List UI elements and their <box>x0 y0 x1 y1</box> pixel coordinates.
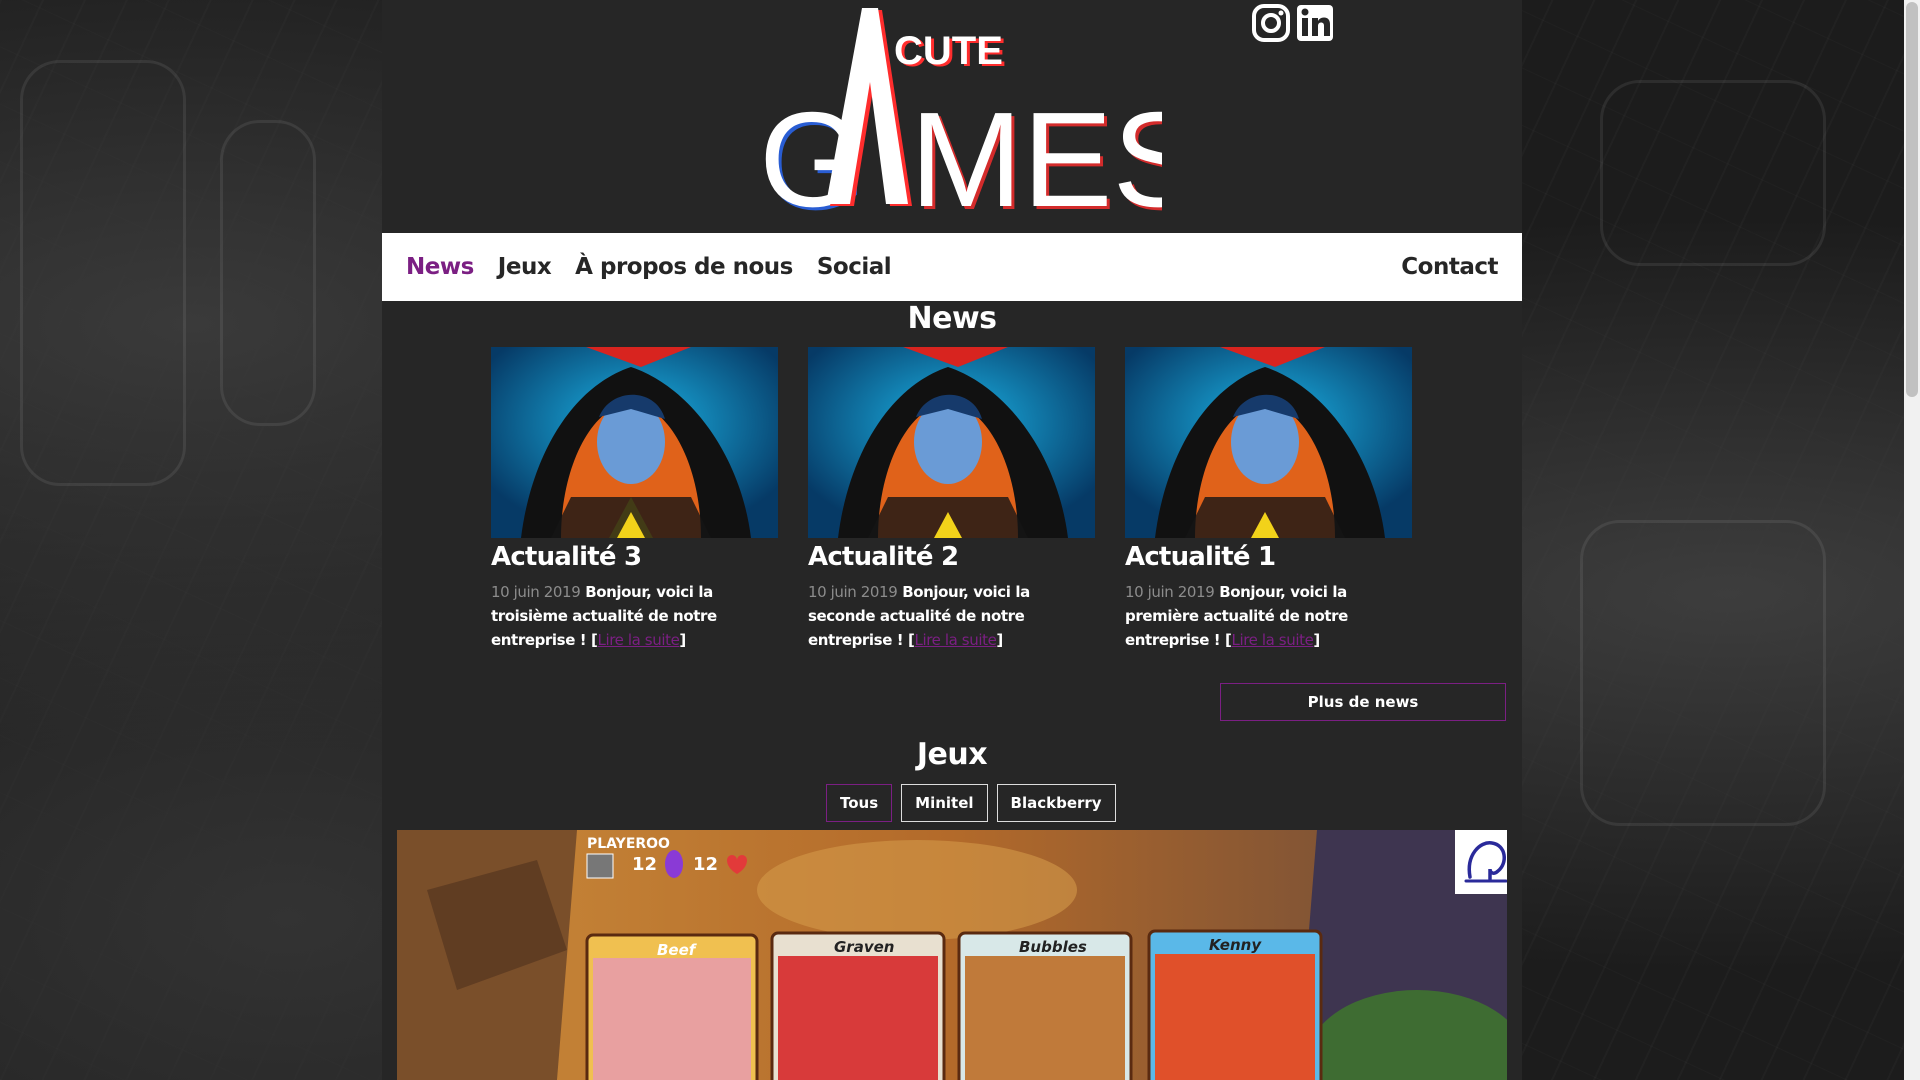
filter-blackberry-button[interactable]: Blackberry <box>996 784 1116 822</box>
card-name: Kenny <box>1209 936 1262 954</box>
svg-text:CUTE: CUTE <box>894 29 1003 73</box>
nav-item-about[interactable]: À propos de nous <box>575 254 793 280</box>
cute-games-logo[interactable]: CUTE CUTE G G MES MES <box>762 4 1162 214</box>
news-thumbnail[interactable] <box>1125 347 1412 538</box>
read-more-link[interactable]: Lire la suite <box>598 631 680 649</box>
page-scrollbar[interactable] <box>1904 0 1920 1080</box>
svg-text:MES: MES <box>910 84 1162 214</box>
game-filters: Tous Minitel Blackberry <box>826 784 1116 822</box>
gems-count: 12 <box>632 854 657 875</box>
news-card-title: Actualité 1 <box>1125 542 1276 572</box>
news-card-title: Actualité 2 <box>808 542 959 572</box>
news-card: Actualité 3 10 juin 2019 Bonjour, voici … <box>491 347 778 652</box>
news-thumbnail[interactable] <box>808 347 1095 538</box>
news-card-excerpt: 10 juin 2019 Bonjour, voici la première … <box>1125 583 1348 649</box>
news-card-date: 10 juin 2019 <box>1125 583 1215 601</box>
nav-item-news[interactable]: News <box>406 254 474 280</box>
card-name: Beef <box>657 941 698 959</box>
gem-icon <box>665 850 683 878</box>
filter-minitel-button[interactable]: Minitel <box>901 784 988 822</box>
games-section-title: Jeux <box>916 737 988 772</box>
linkedin-icon[interactable] <box>1296 4 1334 42</box>
scrollbar-thumb[interactable] <box>1906 2 1918 397</box>
read-more-link[interactable]: Lire la suite <box>1232 631 1314 649</box>
playeroo-logo-icon <box>1464 841 1507 883</box>
news-card-excerpt: 10 juin 2019 Bonjour, voici la troisième… <box>491 583 717 649</box>
read-more-link[interactable]: Lire la suite <box>915 631 997 649</box>
news-card: Actualité 1 10 juin 2019 Bonjour, voici … <box>1125 347 1412 652</box>
card-name: Graven <box>834 938 894 956</box>
character-card-graven: Graven <box>770 931 946 1080</box>
news-card-date: 10 juin 2019 <box>491 583 581 601</box>
game-screenshot: PLAYEROO 12 12 Beef Graven Bubbles Kenny <box>397 830 1507 1080</box>
nav-item-social[interactable]: Social <box>817 254 892 280</box>
news-thumbnail[interactable] <box>491 347 778 538</box>
player-name: PLAYEROO <box>587 836 670 852</box>
playeroo-logo-badge[interactable] <box>1455 830 1507 894</box>
character-card-kenny: Kenny <box>1147 929 1323 1080</box>
card-name: Bubbles <box>1019 938 1087 956</box>
news-card: Actualité 2 10 juin 2019 Bonjour, voici … <box>808 347 1095 652</box>
hearts-count: 12 <box>693 854 718 875</box>
news-section-title: News <box>907 301 997 336</box>
nav-item-contact[interactable]: Contact <box>1401 254 1498 280</box>
instagram-icon[interactable] <box>1252 4 1290 42</box>
news-card-date: 10 juin 2019 <box>808 583 898 601</box>
news-grid: Actualité 3 10 juin 2019 Bonjour, voici … <box>491 347 1412 652</box>
character-card-bubbles: Bubbles <box>957 931 1133 1080</box>
main-container: CUTE CUTE G G MES MES News Jeux À propos… <box>382 0 1522 1080</box>
character-card-beef: Beef <box>585 933 759 1080</box>
header: CUTE CUTE G G MES MES <box>382 0 1522 233</box>
filter-all-button[interactable]: Tous <box>826 784 893 822</box>
game-banner-playeroo[interactable]: PLAYEROO 12 12 Beef Graven Bubbles Kenny <box>397 830 1507 1080</box>
more-news-button[interactable]: Plus de news <box>1220 683 1506 721</box>
news-card-excerpt: 10 juin 2019 Bonjour, voici la seconde a… <box>808 583 1030 649</box>
nav-item-jeux[interactable]: Jeux <box>498 254 552 280</box>
main-navbar: News Jeux À propos de nous Social Contac… <box>382 233 1522 301</box>
news-card-title: Actualité 3 <box>491 542 642 572</box>
social-links <box>1252 4 1334 42</box>
